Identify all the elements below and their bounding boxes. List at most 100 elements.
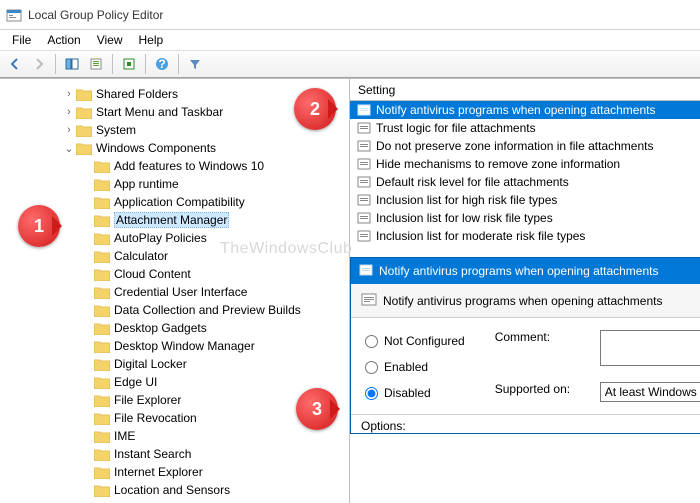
tree-item[interactable]: Internet Explorer [10,463,349,481]
radio-not-configured-input[interactable] [365,335,378,348]
menu-help[interactable]: Help [133,31,170,49]
toolbar-separator [178,54,179,74]
menu-action[interactable]: Action [41,31,86,49]
folder-icon [76,88,92,101]
tree-item[interactable]: Add features to Windows 10 [10,157,349,175]
expand-icon[interactable]: › [62,124,76,136]
setting-icon [356,210,372,226]
show-hide-tree-button[interactable] [61,53,83,75]
radio-enabled-input[interactable] [365,361,378,374]
window-titlebar: Local Group Policy Editor [0,0,700,30]
tree-item[interactable]: Digital Locker [10,355,349,373]
expand-icon[interactable]: ⌄ [62,142,76,155]
folder-icon [94,196,110,209]
folder-icon [94,430,110,443]
radio-group: Not Configured Enabled Disabled [365,330,465,402]
setting-label: Inclusion list for moderate risk file ty… [376,229,585,243]
folder-icon [94,376,110,389]
tree-item[interactable]: Microsoft Edge [10,499,349,503]
setting-icon [356,192,372,208]
window-title: Local Group Policy Editor [28,8,163,22]
folder-icon [94,340,110,353]
tree-item[interactable]: Application Compatibility [10,193,349,211]
folder-icon [94,466,110,479]
setting-row[interactable]: Notify antivirus programs when opening a… [350,101,700,119]
comment-textbox[interactable] [600,330,700,366]
settings-header[interactable]: Setting [350,79,700,101]
setting-row[interactable]: Default risk level for file attachments [350,173,700,191]
setting-label: Default risk level for file attachments [376,175,569,189]
setting-icon [356,138,372,154]
callout-3: 3 [296,388,338,430]
setting-label: Trust logic for file attachments [376,121,536,135]
tree-item-label: Instant Search [114,447,191,461]
setting-row[interactable]: Hide mechanisms to remove zone informati… [350,155,700,173]
tree-item[interactable]: App runtime [10,175,349,193]
callout-1: 1 [18,205,60,247]
tree-item-label: Start Menu and Taskbar [96,105,223,119]
dialog-icon [359,263,373,280]
expand-icon[interactable]: › [62,106,76,118]
tree-item-label: Edge UI [114,375,157,389]
tree-item[interactable]: Location and Sensors [10,481,349,499]
dialog-subtitle: Notify antivirus programs when opening a… [383,294,662,308]
tree-item[interactable]: ⌄Windows Components [10,139,349,157]
setting-row[interactable]: Inclusion list for low risk file types [350,209,700,227]
tree-item[interactable]: Data Collection and Preview Builds [10,301,349,319]
menubar: File Action View Help [0,30,700,50]
dialog-titlebar[interactable]: Notify antivirus programs when opening a… [351,258,700,284]
dialog-sub-icon [361,291,377,310]
tree-item[interactable]: Credential User Interface [10,283,349,301]
expand-icon[interactable]: › [62,88,76,100]
filter-button[interactable] [184,53,206,75]
folder-icon [94,250,110,263]
tree-item-label: Calculator [114,249,168,263]
radio-disabled-input[interactable] [365,387,378,400]
setting-label: Inclusion list for low risk file types [376,211,553,225]
refresh-button[interactable] [118,53,140,75]
radio-disabled[interactable]: Disabled [365,386,465,400]
setting-row[interactable]: Trust logic for file attachments [350,119,700,137]
folder-icon [94,160,110,173]
tree-item[interactable]: Edge UI [10,373,349,391]
tree-item-label: Desktop Window Manager [114,339,255,353]
supported-value: At least Windows XP P [600,382,700,402]
tree-item-label: System [96,123,136,137]
setting-row[interactable]: Do not preserve zone information in file… [350,137,700,155]
forward-button[interactable] [28,53,50,75]
tree-item-label: Attachment Manager [114,212,229,228]
menu-view[interactable]: View [91,31,129,49]
menu-file[interactable]: File [6,31,37,49]
back-button[interactable] [4,53,26,75]
folder-icon [94,412,110,425]
export-list-button[interactable] [85,53,107,75]
setting-row[interactable]: Inclusion list for moderate risk file ty… [350,227,700,245]
help-button[interactable]: ? [151,53,173,75]
tree-item[interactable]: Desktop Window Manager [10,337,349,355]
radio-not-configured[interactable]: Not Configured [365,334,465,348]
tree-item-label: App runtime [114,177,179,191]
tree-item[interactable]: IME [10,427,349,445]
tree-item[interactable]: Calculator [10,247,349,265]
options-label: Options: [361,419,406,433]
tree-item-label: Data Collection and Preview Builds [114,303,301,317]
app-icon [6,7,22,23]
right-pane: Setting Notify antivirus programs when o… [350,79,700,503]
tree-item[interactable]: › System [10,121,349,139]
setting-row[interactable]: Inclusion list for high risk file types [350,191,700,209]
tree-item[interactable]: Desktop Gadgets [10,319,349,337]
setting-label: Hide mechanisms to remove zone informati… [376,157,620,171]
tree-item[interactable]: Cloud Content [10,265,349,283]
folder-icon [94,484,110,497]
folder-icon [76,142,92,155]
radio-not-configured-label: Not Configured [384,334,465,348]
folder-icon [94,358,110,371]
radio-enabled[interactable]: Enabled [365,360,465,374]
toolbar-separator [145,54,146,74]
tree-pane[interactable]: ›Shared Folders›Start Menu and Taskbar›S… [0,79,350,503]
tree-item[interactable]: Instant Search [10,445,349,463]
radio-disabled-label: Disabled [384,386,431,400]
setting-icon [356,102,372,118]
setting-label: Inclusion list for high risk file types [376,193,557,207]
folder-icon [94,268,110,281]
